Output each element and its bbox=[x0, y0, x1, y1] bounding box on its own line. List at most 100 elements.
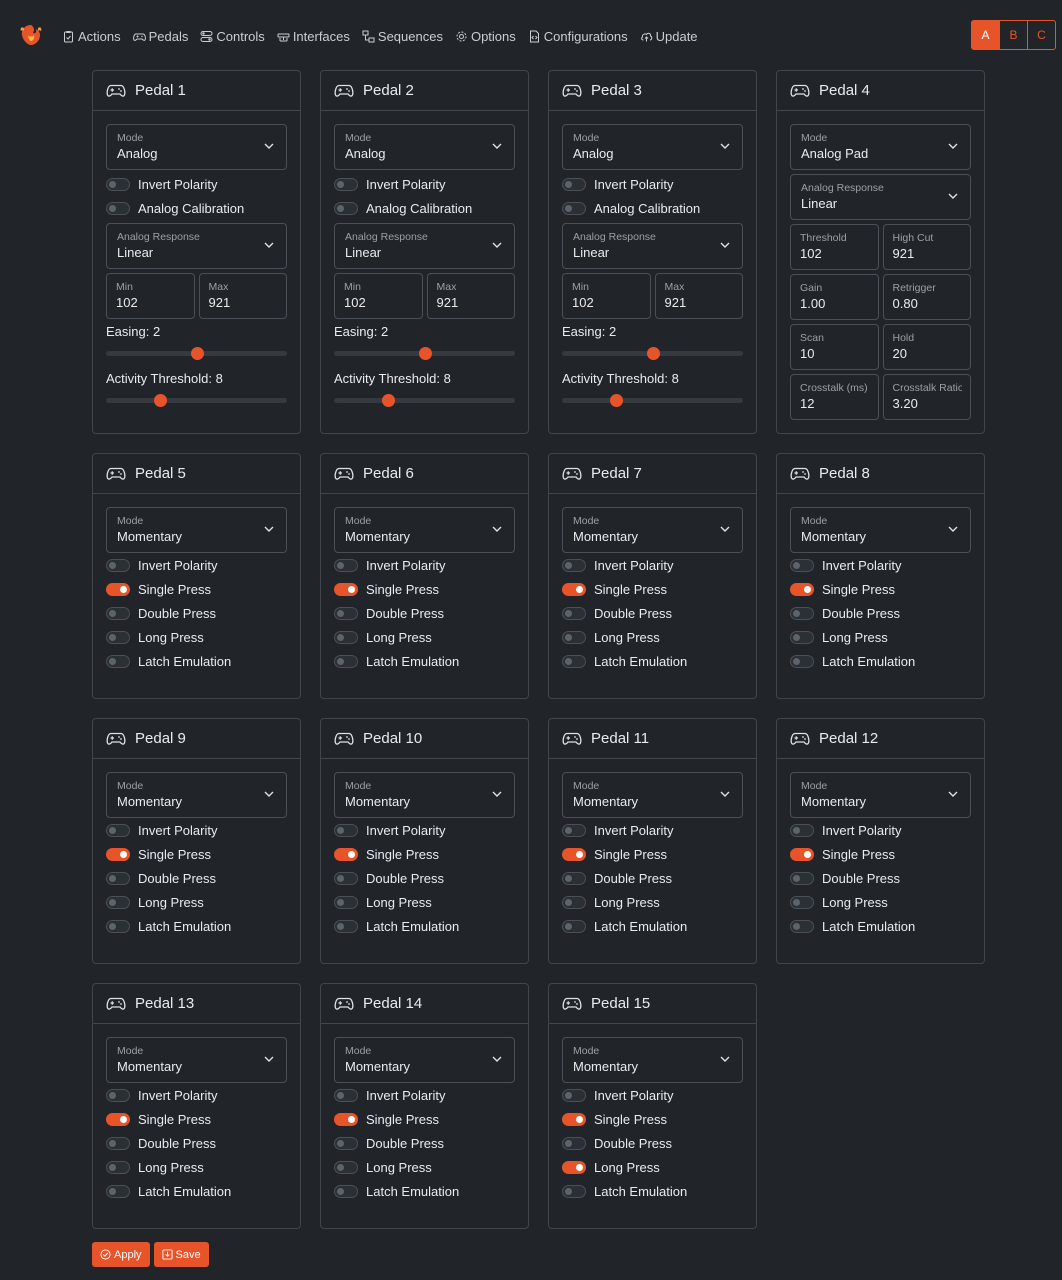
toggle-switch[interactable] bbox=[790, 654, 814, 668]
long-press-toggle[interactable]: Long Press bbox=[334, 1155, 515, 1179]
nav-item-sequences[interactable]: Sequences bbox=[362, 27, 443, 45]
toggle-switch[interactable] bbox=[106, 895, 130, 909]
profile-c-button[interactable]: C bbox=[1027, 20, 1056, 50]
mode-select[interactable]: Mode Momentary bbox=[790, 507, 971, 553]
latch-emulation-toggle[interactable]: Latch Emulation bbox=[790, 649, 971, 673]
double-press-toggle[interactable]: Double Press bbox=[334, 866, 515, 890]
invert-polarity-toggle[interactable]: Invert Polarity bbox=[562, 818, 743, 842]
long-press-toggle[interactable]: Long Press bbox=[106, 625, 287, 649]
mode-select[interactable]: Mode Momentary bbox=[334, 772, 515, 818]
toggle-switch[interactable] bbox=[334, 895, 358, 909]
max-field[interactable]: Max 921 bbox=[198, 273, 287, 319]
slider-thumb[interactable] bbox=[646, 347, 660, 360]
toggle-switch[interactable] bbox=[106, 847, 130, 861]
invert-polarity-toggle[interactable]: Invert Polarity bbox=[790, 818, 971, 842]
toggle-switch[interactable] bbox=[562, 847, 586, 861]
toggle-switch[interactable] bbox=[106, 177, 130, 191]
invert-polarity-toggle[interactable]: Invert Polarity bbox=[334, 818, 515, 842]
toggle-switch[interactable] bbox=[562, 919, 586, 933]
toggle-switch[interactable] bbox=[790, 847, 814, 861]
long-press-toggle[interactable]: Long Press bbox=[334, 625, 515, 649]
long-press-toggle[interactable]: Long Press bbox=[334, 890, 515, 914]
toggle-switch[interactable] bbox=[334, 177, 358, 191]
toggle-switch[interactable] bbox=[106, 1136, 130, 1150]
toggle-switch[interactable] bbox=[790, 871, 814, 885]
single-press-toggle[interactable]: Single Press bbox=[790, 842, 971, 866]
double-press-toggle[interactable]: Double Press bbox=[562, 601, 743, 625]
toggle-switch[interactable] bbox=[334, 871, 358, 885]
mode-select[interactable]: Mode Momentary bbox=[334, 507, 515, 553]
invert-polarity-toggle[interactable]: Invert Polarity bbox=[334, 172, 515, 196]
toggle-switch[interactable] bbox=[106, 630, 130, 644]
toggle-switch[interactable] bbox=[106, 1112, 130, 1126]
phoenix-logo-icon[interactable] bbox=[18, 22, 44, 48]
toggle-switch[interactable] bbox=[562, 871, 586, 885]
invert-polarity-toggle[interactable]: Invert Polarity bbox=[106, 1083, 287, 1107]
mode-select[interactable]: Mode Analog Pad bbox=[790, 124, 971, 170]
toggle-switch[interactable] bbox=[106, 1184, 130, 1198]
threshold-field[interactable]: Threshold 102 bbox=[790, 224, 879, 270]
toggle-switch[interactable] bbox=[106, 582, 130, 596]
single-press-toggle[interactable]: Single Press bbox=[106, 842, 287, 866]
activity-threshold-slider[interactable] bbox=[106, 391, 287, 411]
max-field[interactable]: Max 921 bbox=[654, 273, 743, 319]
double-press-toggle[interactable]: Double Press bbox=[334, 601, 515, 625]
mode-select[interactable]: Mode Momentary bbox=[562, 1037, 743, 1083]
toggle-switch[interactable] bbox=[562, 201, 586, 215]
slider-thumb[interactable] bbox=[418, 347, 432, 360]
activity-threshold-slider[interactable] bbox=[334, 391, 515, 411]
analog-calibration-toggle[interactable]: Analog Calibration bbox=[106, 196, 287, 220]
profile-a-button[interactable]: A bbox=[971, 20, 1000, 50]
toggle-switch[interactable] bbox=[562, 1136, 586, 1150]
invert-polarity-toggle[interactable]: Invert Polarity bbox=[106, 818, 287, 842]
toggle-switch[interactable] bbox=[562, 1112, 586, 1126]
toggle-switch[interactable] bbox=[106, 823, 130, 837]
double-press-toggle[interactable]: Double Press bbox=[562, 1131, 743, 1155]
toggle-switch[interactable] bbox=[790, 823, 814, 837]
toggle-switch[interactable] bbox=[562, 895, 586, 909]
toggle-switch[interactable] bbox=[562, 1088, 586, 1102]
nav-item-controls[interactable]: Controls bbox=[200, 27, 265, 45]
latch-emulation-toggle[interactable]: Latch Emulation bbox=[562, 914, 743, 938]
long-press-toggle[interactable]: Long Press bbox=[562, 1155, 743, 1179]
toggle-switch[interactable] bbox=[562, 823, 586, 837]
crosstalk-ratio-field[interactable]: Crosstalk Ratio 3.20 bbox=[882, 374, 971, 420]
toggle-switch[interactable] bbox=[334, 823, 358, 837]
apply-button[interactable]: Apply bbox=[92, 1242, 150, 1267]
min-field[interactable]: Min 102 bbox=[562, 273, 651, 319]
easing-slider[interactable] bbox=[334, 344, 515, 364]
activity-threshold-slider[interactable] bbox=[562, 391, 743, 411]
toggle-switch[interactable] bbox=[106, 1088, 130, 1102]
toggle-switch[interactable] bbox=[790, 919, 814, 933]
latch-emulation-toggle[interactable]: Latch Emulation bbox=[106, 649, 287, 673]
toggle-switch[interactable] bbox=[334, 654, 358, 668]
nav-item-update[interactable]: Update bbox=[640, 27, 698, 45]
single-press-toggle[interactable]: Single Press bbox=[562, 842, 743, 866]
toggle-switch[interactable] bbox=[106, 201, 130, 215]
save-button[interactable]: Save bbox=[153, 1242, 209, 1267]
double-press-toggle[interactable]: Double Press bbox=[790, 866, 971, 890]
nav-item-pedals[interactable]: Pedals bbox=[132, 27, 188, 45]
single-press-toggle[interactable]: Single Press bbox=[562, 1107, 743, 1131]
double-press-toggle[interactable]: Double Press bbox=[790, 601, 971, 625]
crosstalk-ms-field[interactable]: Crosstalk (ms) 12 bbox=[790, 374, 879, 420]
toggle-switch[interactable] bbox=[562, 654, 586, 668]
latch-emulation-toggle[interactable]: Latch Emulation bbox=[562, 1179, 743, 1203]
slider-thumb[interactable] bbox=[154, 394, 168, 407]
toggle-switch[interactable] bbox=[562, 558, 586, 572]
invert-polarity-toggle[interactable]: Invert Polarity bbox=[562, 1083, 743, 1107]
toggle-switch[interactable] bbox=[790, 582, 814, 596]
long-press-toggle[interactable]: Long Press bbox=[562, 625, 743, 649]
long-press-toggle[interactable]: Long Press bbox=[562, 890, 743, 914]
mode-select[interactable]: Mode Momentary bbox=[334, 1037, 515, 1083]
analog-response-select[interactable]: Analog Response Linear bbox=[562, 223, 743, 269]
mode-select[interactable]: Mode Momentary bbox=[790, 772, 971, 818]
nav-item-interfaces[interactable]: Interfaces bbox=[277, 27, 350, 45]
analog-calibration-toggle[interactable]: Analog Calibration bbox=[562, 196, 743, 220]
toggle-switch[interactable] bbox=[562, 1160, 586, 1174]
toggle-switch[interactable] bbox=[106, 654, 130, 668]
toggle-switch[interactable] bbox=[334, 1112, 358, 1126]
analog-response-select[interactable]: Analog Response Linear bbox=[334, 223, 515, 269]
toggle-switch[interactable] bbox=[106, 606, 130, 620]
analog-response-select[interactable]: Analog Response Linear bbox=[106, 223, 287, 269]
